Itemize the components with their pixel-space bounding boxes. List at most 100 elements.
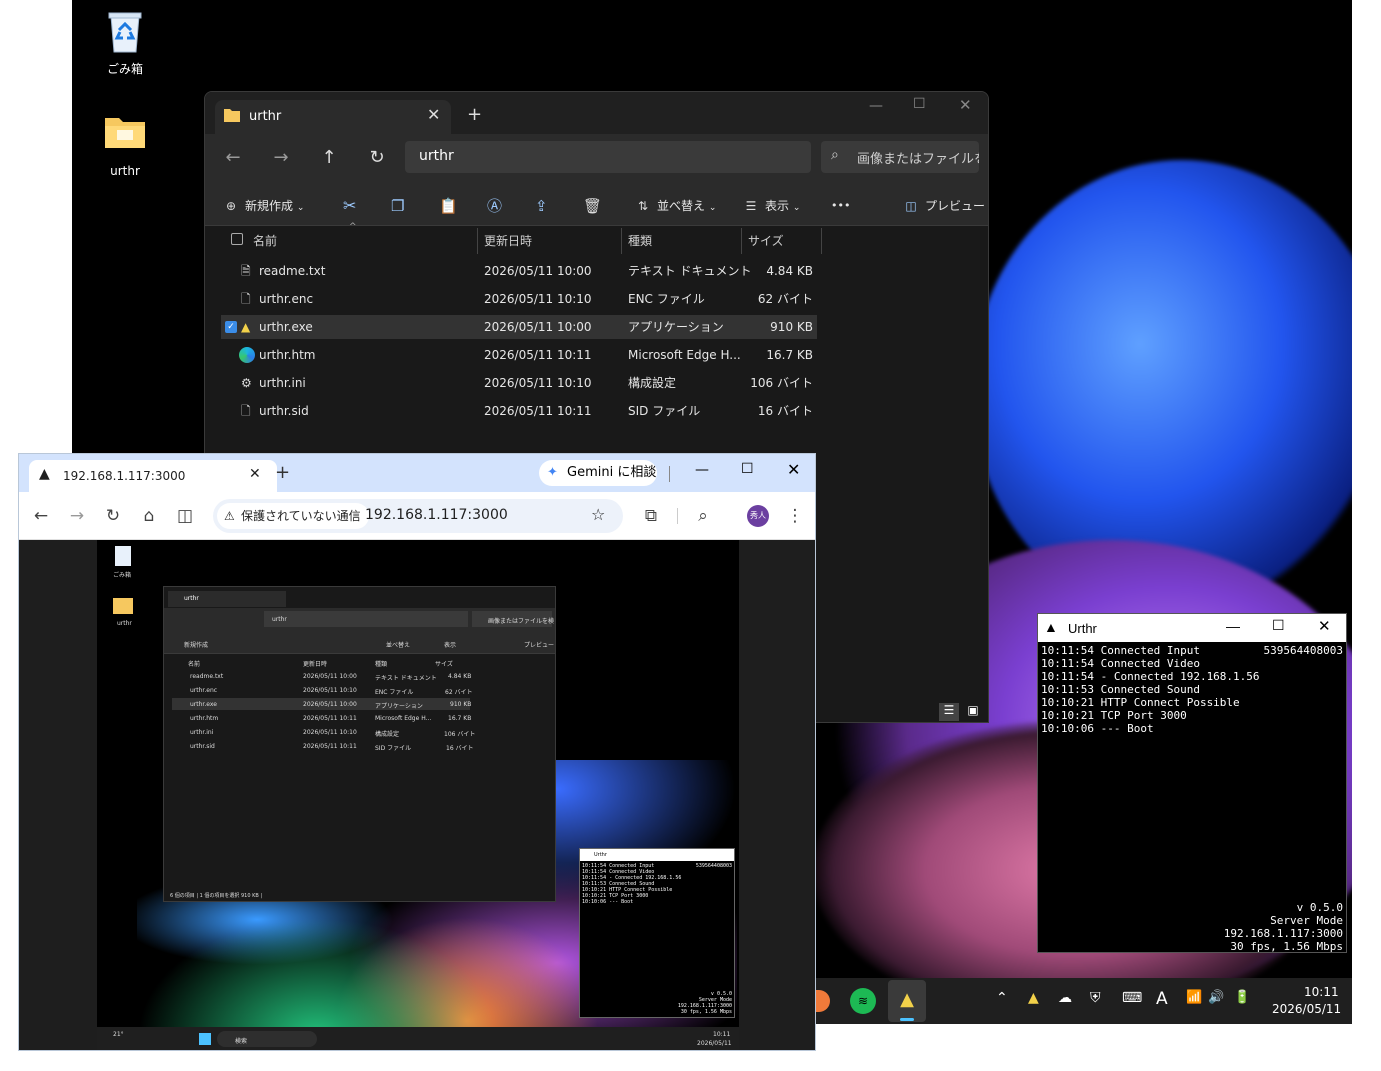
spotify-icon[interactable]: ≋ (850, 988, 876, 1014)
split-view-icon[interactable]: ◫ (173, 504, 197, 528)
view-button[interactable]: ☰ 表示 ⌄ (741, 194, 801, 218)
lens-search-icon[interactable]: ⌕ (691, 504, 715, 528)
menu-kebab-icon[interactable]: ⋮ (783, 504, 807, 528)
close-icon[interactable]: ✕ (959, 96, 972, 114)
onedrive-icon[interactable]: ☁ (1058, 990, 1072, 1006)
mini-col-name: 名前 (188, 661, 201, 668)
up-icon[interactable]: ↑ (317, 146, 341, 170)
folder-icon (85, 112, 165, 160)
volume-icon[interactable]: 🔊 (1208, 990, 1224, 1005)
file-row[interactable]: 🗋 urthr.enc 2026/05/11 10:10 ENC ファイル 62… (221, 287, 817, 311)
paste-icon[interactable]: 📋 (439, 194, 458, 218)
minimize-icon[interactable]: — (1226, 618, 1240, 634)
security-icon[interactable]: ⛨ (1090, 990, 1101, 1006)
new-button[interactable]: ⊕ 新規作成 ⌄ (221, 194, 304, 218)
row-checkbox-checked[interactable]: ✓ (225, 321, 237, 333)
column-header-modified[interactable]: 更新日時 (484, 228, 532, 254)
delete-icon[interactable]: 🗑 (583, 194, 602, 218)
details-view-icon[interactable]: ☰ (939, 703, 959, 721)
mini-address-text: urthr (272, 616, 287, 623)
mini-col-size: サイズ (435, 661, 453, 668)
clock-time[interactable]: 10:11 (1304, 985, 1339, 999)
wifi-icon[interactable]: 📶 (1186, 990, 1202, 1005)
cut-icon[interactable]: ✂ (343, 194, 356, 218)
maximize-icon[interactable]: ☐ (741, 461, 754, 477)
bookmark-star-icon[interactable]: ☆ (591, 505, 605, 524)
column-header-name[interactable]: 名前 (253, 228, 277, 254)
browser-tab[interactable]: ▲ 192.168.1.117:3000 ✕ (29, 460, 277, 492)
back-icon[interactable]: ← (29, 504, 53, 528)
home-icon[interactable]: ⌂ (137, 504, 161, 528)
column-divider[interactable] (821, 228, 822, 254)
more-options-icon[interactable]: ••• (831, 194, 850, 218)
file-size: 4.84 KB (766, 264, 813, 278)
column-header-size[interactable]: サイズ (748, 228, 784, 254)
chevron-up-icon[interactable]: ⌃ (996, 990, 1008, 1006)
thumbnail-view-icon[interactable]: ▣ (963, 703, 983, 721)
mini-search-text: 画像またはファイルを検 (488, 618, 555, 625)
omnibox[interactable]: ⚠ 保護されていない通信 192.168.1.117:3000 ☆ (213, 499, 623, 533)
file-row[interactable]: 🗎 readme.txt 2026/05/11 10:00 テキスト ドキュメン… (221, 259, 817, 283)
close-icon[interactable]: ✕ (787, 460, 800, 479)
close-tab-icon[interactable]: ✕ (249, 466, 261, 482)
mode-label: Server Mode (1270, 914, 1343, 927)
select-all-checkbox[interactable] (231, 233, 243, 245)
keyboard-icon[interactable]: ⌨ (1122, 990, 1142, 1006)
file-type: Microsoft Edge H... (628, 348, 741, 362)
close-icon[interactable]: ✕ (1318, 617, 1331, 635)
preview-button[interactable]: ◫ プレビュー (901, 194, 985, 218)
sort-button[interactable]: ⇅ 並べ替え ⌄ (633, 194, 716, 218)
reload-icon[interactable]: ↻ (101, 504, 125, 528)
desktop-icon-urthr-folder[interactable]: urthr (85, 112, 165, 178)
forward-icon[interactable]: → (65, 504, 89, 528)
desktop-icon-recycle-bin[interactable]: ごみ箱 (85, 8, 165, 77)
tab-divider (669, 466, 670, 482)
file-row[interactable]: urthr.htm 2026/05/11 10:11 Microsoft Edg… (221, 343, 817, 367)
app-icon-orange[interactable] (816, 990, 830, 1012)
share-icon[interactable]: ⇪ (535, 194, 548, 218)
close-tab-icon[interactable]: ✕ (427, 105, 440, 124)
back-icon[interactable]: ← (221, 146, 245, 170)
explorer-navbar: ← → ↑ ↻ urthr ⌕ 画像またはファイルを検 (205, 134, 988, 184)
extensions-icon[interactable]: ⧉ (639, 504, 663, 528)
battery-icon[interactable]: 🔋 (1234, 990, 1250, 1005)
column-divider[interactable] (477, 228, 478, 254)
new-tab-icon[interactable]: + (275, 462, 290, 483)
column-header-type[interactable]: 種類 (628, 228, 652, 254)
refresh-icon[interactable]: ↻ (365, 146, 389, 170)
gemini-button[interactable]: ✦ Gemini に相談 (539, 460, 657, 486)
rename-icon[interactable]: Ⓐ (487, 194, 502, 218)
file-row-selected[interactable]: ✓ ▲ urthr.exe 2026/05/11 10:00 アプリケーション … (221, 315, 817, 339)
avatar[interactable]: 秀人 (747, 505, 769, 527)
mini-search-label: 検索 (235, 1038, 248, 1045)
remote-desktop-stream[interactable]: ごみ箱 urthr urthr urthr 画像またはファイルを検 新規作成 並… (97, 540, 739, 1050)
minimize-icon[interactable]: — (695, 462, 709, 478)
copy-icon[interactable]: ❐ (391, 194, 404, 218)
address-bar[interactable]: urthr (405, 141, 811, 173)
taskbar-urthr-icon[interactable]: ▲ (888, 980, 926, 1022)
mini-file-size: 106 バイト (444, 731, 476, 738)
mini-address (264, 611, 468, 627)
file-name: urthr.ini (259, 376, 306, 390)
security-chip[interactable]: ⚠ 保護されていない通信 (217, 503, 369, 529)
search-input[interactable]: ⌕ 画像またはファイルを検 (821, 141, 979, 173)
maximize-icon[interactable]: ☐ (1272, 617, 1285, 634)
explorer-tab[interactable]: urthr ✕ (215, 100, 451, 134)
mini-explorer: urthr urthr 画像またはファイルを検 新規作成 並べ替え 表示 プレビ… (163, 586, 556, 902)
column-divider[interactable] (741, 228, 742, 254)
log-line: 10:11:54 Connected Input (1041, 644, 1200, 657)
file-name: urthr.enc (259, 292, 314, 306)
ime-indicator[interactable]: A (1156, 989, 1168, 1009)
mini-new-label: 新規作成 (184, 642, 209, 649)
file-row[interactable]: ⚙ urthr.ini 2026/05/11 10:10 構成設定 106 バイ… (221, 371, 817, 395)
forward-icon[interactable]: → (269, 146, 293, 170)
maximize-icon[interactable]: ☐ (913, 96, 926, 112)
column-divider[interactable] (621, 228, 622, 254)
file-row[interactable]: 🗋 urthr.sid 2026/05/11 10:11 SID ファイル 16… (221, 399, 817, 423)
url-text[interactable]: 192.168.1.117:3000 (365, 507, 508, 523)
new-tab-icon[interactable]: + (467, 104, 482, 125)
mini-file-modified: 2026/05/11 10:11 (303, 743, 357, 750)
urthr-tray-icon[interactable]: ▲ (1028, 990, 1039, 1006)
clock-date[interactable]: 2026/05/11 (1272, 1002, 1341, 1016)
minimize-icon[interactable]: — (869, 98, 883, 114)
